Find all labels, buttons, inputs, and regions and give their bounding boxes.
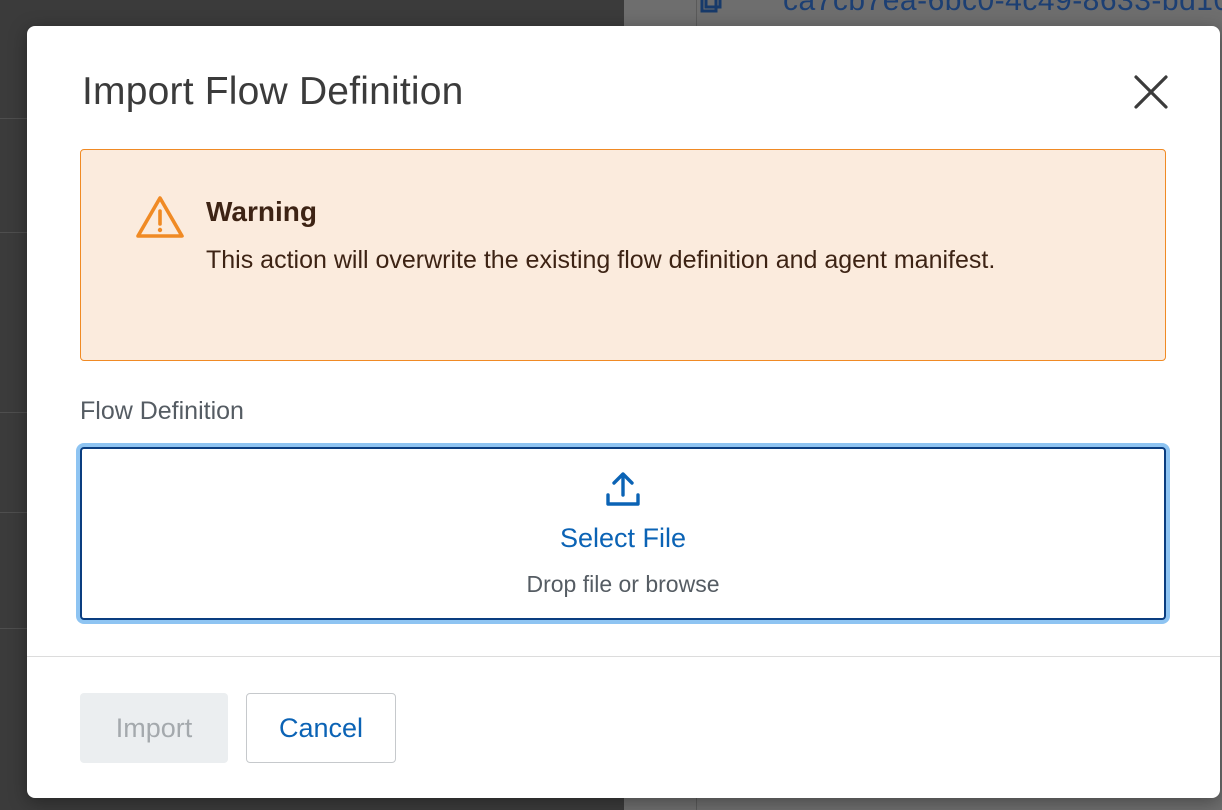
warning-title: Warning: [206, 196, 317, 227]
drop-hint: Drop file or browse: [526, 571, 720, 597]
close-button[interactable]: [1124, 65, 1178, 119]
copy-icon: [700, 0, 722, 18]
file-dropzone[interactable]: Select File Drop file or browse: [80, 447, 1166, 620]
warning-banner: Warning This action will overwrite the e…: [80, 149, 1166, 361]
background-id-text: ca7cb7ea-6bc0-4c49-8633-bd10: [783, 0, 1222, 17]
warning-triangle-icon: [136, 196, 184, 238]
cancel-button[interactable]: Cancel: [246, 693, 396, 763]
footer-divider: [27, 656, 1220, 657]
dialog-title: Import Flow Definition: [82, 70, 464, 113]
upload-icon: [606, 472, 640, 506]
close-icon: [1134, 75, 1168, 109]
warning-message: This action will overwrite the existing …: [206, 246, 996, 274]
flow-definition-label: Flow Definition: [80, 397, 244, 425]
select-file-link[interactable]: Select File: [82, 520, 1164, 556]
import-button[interactable]: Import: [80, 693, 228, 763]
import-flow-dialog: Import Flow Definition Warning This acti…: [27, 26, 1220, 798]
